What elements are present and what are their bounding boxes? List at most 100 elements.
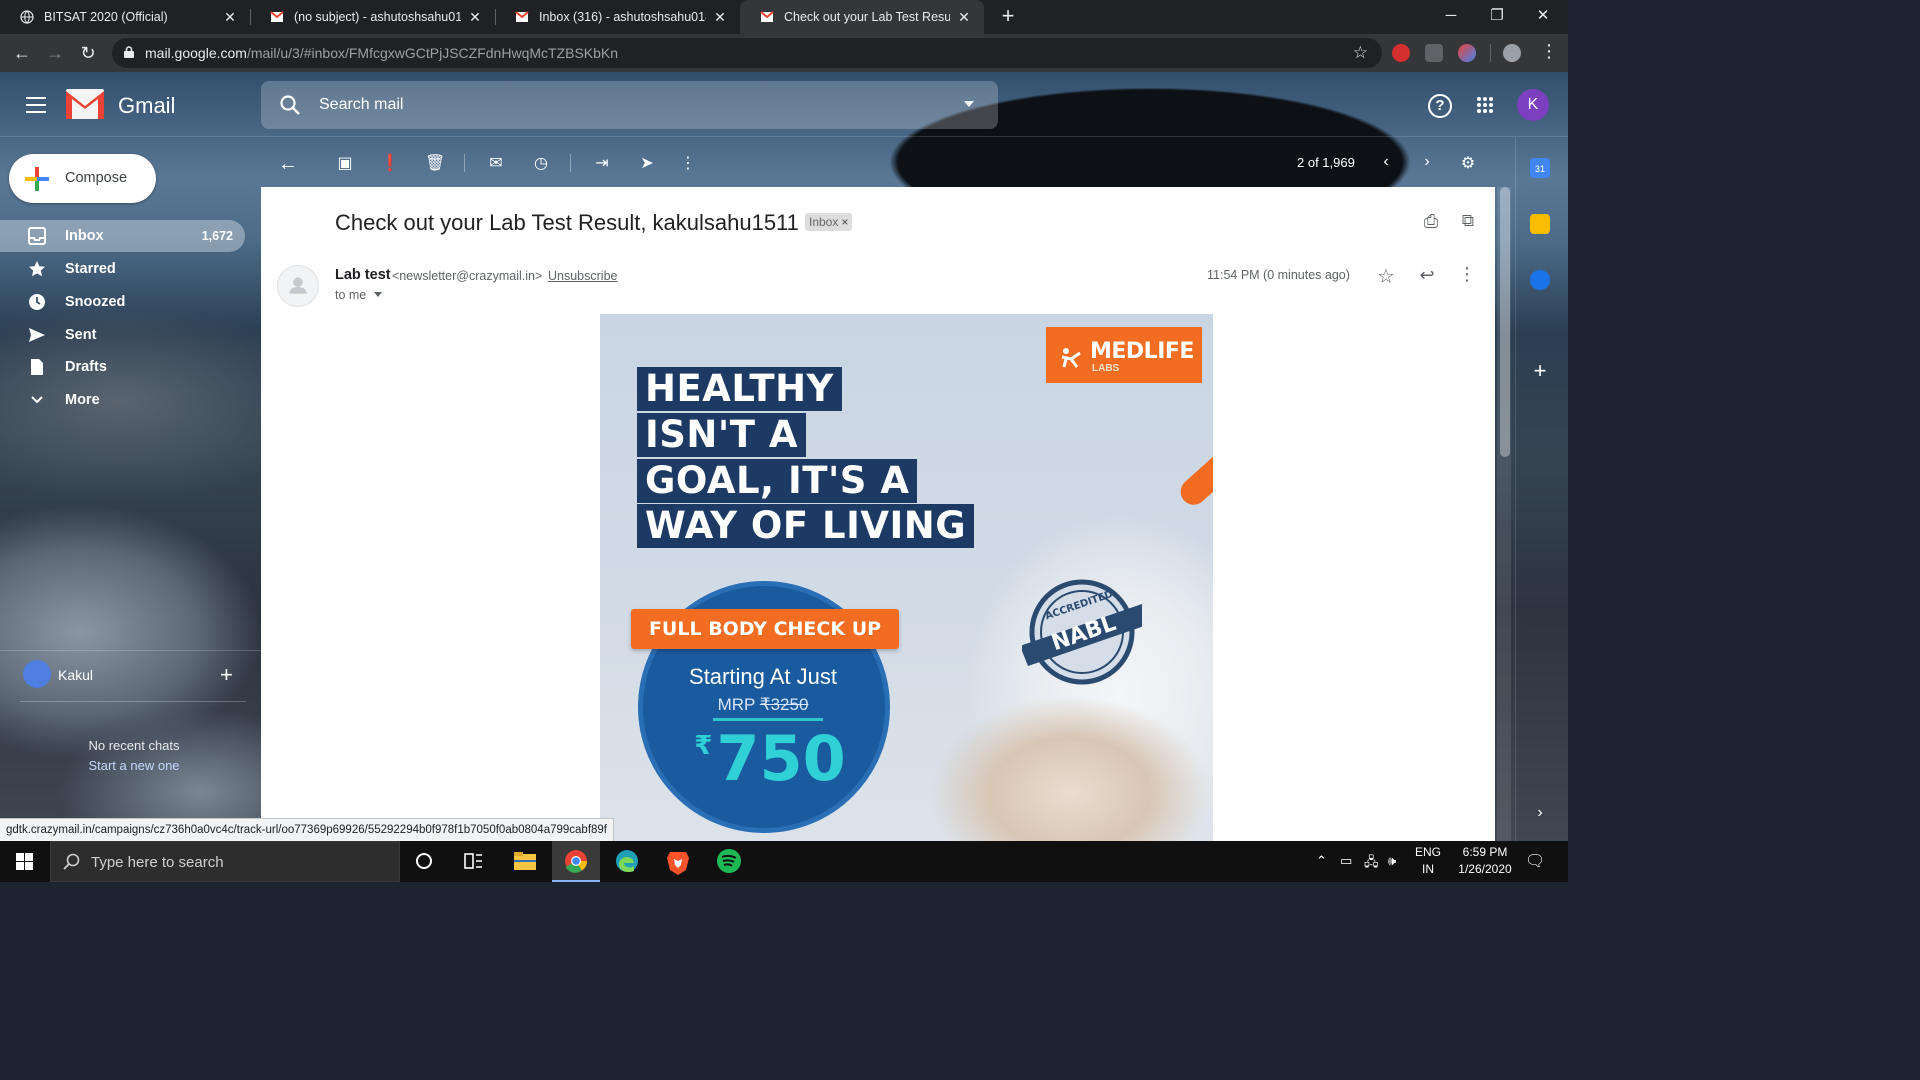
remove-label-icon[interactable]: × [841, 215, 848, 229]
headline-line: GOAL, IT'S A [637, 459, 918, 503]
input-language[interactable]: ENG IN [1412, 844, 1444, 878]
tab-close-icon[interactable]: ✕ [467, 9, 483, 26]
gmail-icon [515, 11, 529, 22]
mark-unread-icon[interactable]: ✉ [486, 153, 506, 173]
hangouts-user-name[interactable]: Kakul [58, 667, 93, 683]
compose-button[interactable]: Compose [9, 154, 156, 203]
tasks-icon[interactable] [1530, 270, 1550, 290]
sidebar-item-drafts[interactable]: Drafts [0, 351, 245, 383]
account-avatar[interactable]: K [1517, 89, 1549, 121]
label-chip-inbox[interactable]: Inbox × [805, 213, 853, 231]
expand-side-panel-icon[interactable]: › [1530, 804, 1550, 822]
side-panel-divider [1515, 137, 1516, 841]
file-explorer-icon[interactable] [501, 841, 549, 882]
delete-icon[interactable]: 🗑 [425, 153, 445, 173]
extension-bulb-icon[interactable] [1425, 44, 1443, 62]
apps-grid-icon[interactable] [1476, 96, 1494, 114]
windows-start-icon[interactable] [16, 853, 33, 870]
reply-icon[interactable]: ↩ [1416, 265, 1438, 286]
gmail-wordmark: Gmail [118, 93, 176, 118]
settings-gear-icon[interactable]: ⚙ [1458, 153, 1478, 173]
action-center-icon[interactable]: 🗨 [1525, 851, 1545, 871]
back-icon[interactable]: ← [10, 41, 34, 65]
promo-banner-image[interactable]: MEDLIFE LABS HEALTHY ISN'T A GOAL, IT'S … [600, 314, 1213, 841]
tab-close-icon[interactable]: ✕ [956, 9, 972, 26]
profile-avatar-icon[interactable] [1503, 44, 1521, 62]
tab-close-icon[interactable]: ✕ [222, 9, 238, 26]
address-bar[interactable]: mail.google.com/mail/u/3/#inbox/FMfcgxwG… [112, 38, 1382, 68]
cortana-icon[interactable] [400, 841, 448, 882]
gmail-logo-icon[interactable] [66, 89, 104, 119]
scrollbar-thumb[interactable] [1500, 187, 1510, 457]
sidebar-item-snoozed[interactable]: Snoozed [0, 286, 245, 318]
battery-icon[interactable]: ▭ [1340, 853, 1352, 869]
search-bar[interactable] [261, 81, 998, 129]
tab-inbox[interactable]: Inbox (316) - ashutoshsahu0182 ✕ [495, 0, 740, 34]
keep-icon[interactable] [1530, 214, 1550, 234]
network-icon[interactable]: 🖧 [1364, 853, 1379, 875]
bookmark-star-icon[interactable]: ☆ [1353, 43, 1368, 63]
back-to-inbox-icon[interactable]: ← [278, 153, 298, 175]
tray-overflow-chevron-icon[interactable]: ⌃ [1316, 853, 1327, 869]
volume-icon[interactable]: 🕪 [1388, 853, 1396, 869]
open-in-new-window-icon[interactable]: ⧉ [1457, 211, 1479, 231]
edge-beta-icon[interactable] [603, 841, 651, 882]
spotify-icon[interactable] [705, 841, 753, 882]
url-host: mail.google.com [145, 45, 247, 61]
restore-icon[interactable]: ❐ [1474, 0, 1520, 34]
new-chat-plus-icon[interactable]: + [220, 662, 233, 688]
reload-icon[interactable]: ↻ [76, 41, 100, 65]
search-options-chevron-icon[interactable] [964, 101, 974, 107]
browser-menu-icon[interactable]: ⋮ [1540, 42, 1558, 60]
to-me-text: to me [335, 288, 367, 302]
get-addons-plus-icon[interactable]: + [1530, 358, 1550, 384]
older-chevron-right-icon[interactable]: › [1417, 153, 1437, 173]
taskbar-search-box[interactable]: Type here to search [50, 841, 400, 882]
move-to-icon[interactable]: ⇥ [592, 153, 612, 173]
unsubscribe-link[interactable]: Unsubscribe [548, 269, 617, 283]
label-tag-icon[interactable]: ➤ [637, 153, 657, 173]
more-options-icon[interactable]: ⋮ [678, 153, 698, 173]
search-input[interactable] [319, 91, 919, 119]
hangouts-avatar[interactable] [23, 660, 51, 688]
new-tab-button[interactable]: + [996, 5, 1020, 29]
search-icon[interactable] [279, 94, 301, 116]
start-new-chat-link[interactable]: Start a new one [0, 758, 268, 773]
sidebar-item-sent[interactable]: Sent [0, 319, 245, 351]
extension-red-icon[interactable] [1392, 44, 1410, 62]
link-hover-status-url: gdtk.crazymail.in/campaigns/cz736h0a0vc4… [0, 818, 614, 841]
recipient-details-toggle[interactable]: to me [335, 288, 383, 302]
brave-browser-icon[interactable] [654, 841, 702, 882]
calendar-icon[interactable]: 31 [1530, 158, 1550, 178]
chrome-taskbar-icon[interactable] [552, 841, 600, 882]
print-icon[interactable]: ⎙ [1420, 211, 1442, 232]
mrp-value: ₹3250 [759, 695, 809, 714]
tab-close-icon[interactable]: ✕ [712, 9, 728, 26]
report-spam-icon[interactable]: ❗ [380, 153, 400, 173]
language-code: ENG [1414, 845, 1441, 859]
chevron-down-icon [374, 292, 383, 297]
forward-icon[interactable]: → [43, 41, 67, 65]
gmail-icon [270, 11, 284, 22]
url-path: /mail/u/3/#inbox/FMfcgxwGCtPjJSCZFdnHwqM… [246, 45, 619, 61]
task-view-icon[interactable] [449, 841, 497, 882]
sidebar-item-more[interactable]: More [0, 384, 245, 416]
newer-chevron-left-icon[interactable]: ‹ [1376, 153, 1396, 173]
main-menu-icon[interactable] [26, 97, 46, 113]
tab-lab-test-active[interactable]: Check out your Lab Test Result, k ✕ [740, 0, 984, 34]
snooze-clock-icon[interactable]: ◷ [531, 153, 551, 173]
nabl-accreditation-badge: NABL ACCREDITED [1022, 579, 1142, 685]
sidebar-item-inbox[interactable]: Inbox 1,672 [0, 220, 245, 252]
taskbar-clock[interactable]: 6:59 PM 1/26/2020 [1450, 844, 1520, 878]
tab-no-subject[interactable]: (no subject) - ashutoshsahu0182 ✕ [250, 0, 495, 34]
star-message-icon[interactable]: ☆ [1375, 264, 1397, 289]
window-close-icon[interactable]: ✕ [1520, 0, 1566, 34]
extension-globe-icon[interactable] [1458, 44, 1476, 62]
help-icon[interactable]: ? [1428, 94, 1452, 118]
message-more-icon[interactable]: ⋮ [1456, 264, 1478, 285]
archive-icon[interactable]: ▣ [335, 153, 355, 173]
minimize-icon[interactable]: ─ [1428, 0, 1474, 34]
tab-bitsat[interactable]: BITSAT 2020 (Official) ✕ [0, 0, 250, 34]
sidebar-item-starred[interactable]: Starred [0, 253, 245, 285]
sender-name[interactable]: Lab test [335, 267, 391, 283]
